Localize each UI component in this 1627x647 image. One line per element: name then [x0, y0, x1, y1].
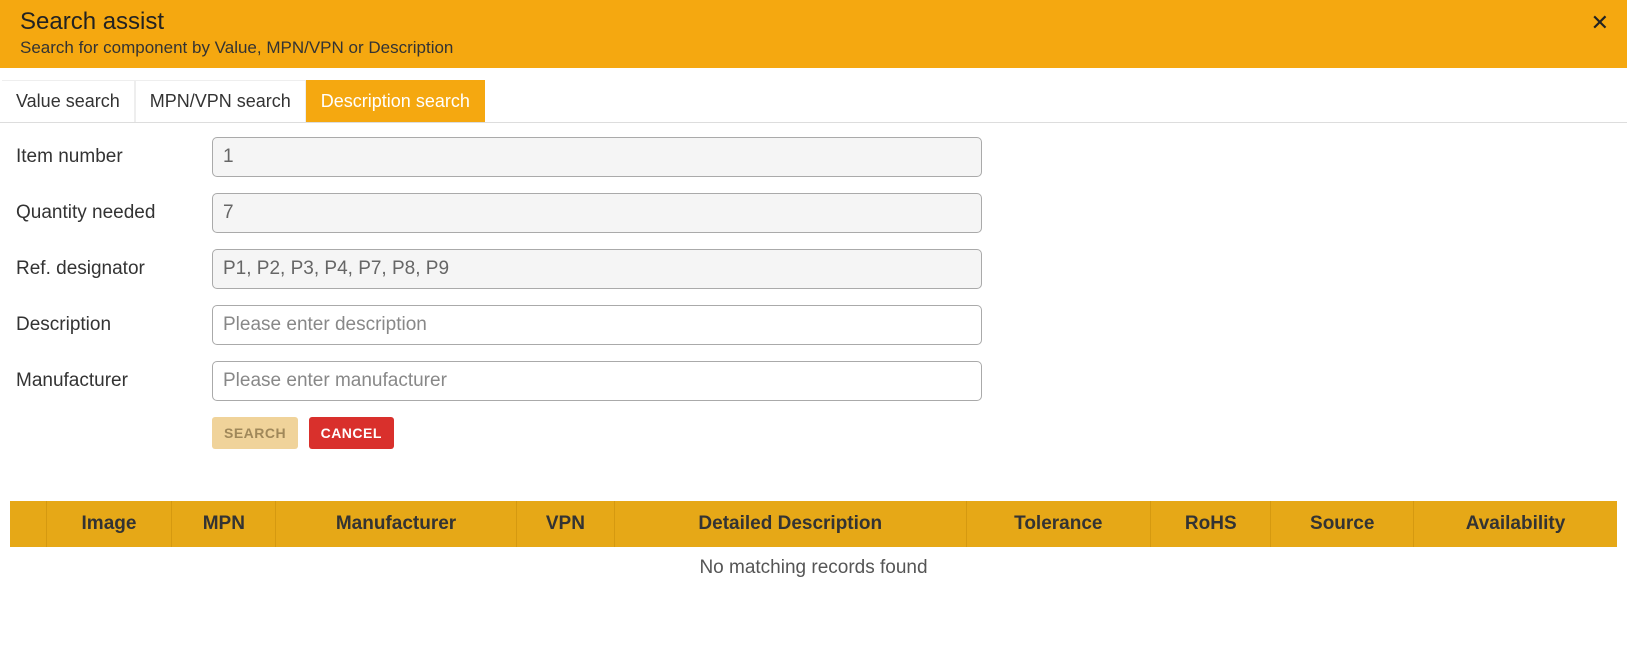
ref-designator-label: Ref. designator	[16, 258, 212, 280]
tab-value-search[interactable]: Value search	[2, 80, 135, 122]
item-number-label: Item number	[16, 146, 212, 168]
manufacturer-input[interactable]	[212, 361, 982, 401]
tab-mpn-vpn-search[interactable]: MPN/VPN search	[135, 80, 306, 122]
quantity-needed-input[interactable]	[212, 193, 982, 233]
cancel-button[interactable]: CANCEL	[309, 417, 394, 449]
col-select	[10, 501, 46, 547]
results-table: Image MPN Manufacturer VPN Detailed Desc…	[10, 501, 1617, 589]
table-empty-row: No matching records found	[10, 547, 1617, 589]
search-button[interactable]: SEARCH	[212, 417, 298, 449]
col-source: Source	[1271, 501, 1414, 547]
col-vpn: VPN	[516, 501, 614, 547]
item-number-input[interactable]	[212, 137, 982, 177]
col-availability: Availability	[1414, 501, 1617, 547]
quantity-needed-label: Quantity needed	[16, 202, 212, 224]
close-icon[interactable]: ✕	[1591, 10, 1609, 36]
search-form: Item number Quantity needed Ref. designa…	[0, 123, 1627, 461]
manufacturer-label: Manufacturer	[16, 370, 212, 392]
col-mpn: MPN	[172, 501, 276, 547]
dialog-title: Search assist	[20, 8, 1607, 36]
col-rohs: RoHS	[1151, 501, 1271, 547]
tab-description-search[interactable]: Description search	[306, 80, 485, 122]
col-manufacturer: Manufacturer	[276, 501, 517, 547]
empty-message: No matching records found	[10, 547, 1617, 589]
table-header-row: Image MPN Manufacturer VPN Detailed Desc…	[10, 501, 1617, 547]
description-label: Description	[16, 314, 212, 336]
tabs: Value search MPN/VPN search Description …	[0, 80, 1627, 123]
description-input[interactable]	[212, 305, 982, 345]
dialog-header: Search assist Search for component by Va…	[0, 0, 1627, 68]
dialog-subtitle: Search for component by Value, MPN/VPN o…	[20, 38, 1607, 58]
col-detailed-description: Detailed Description	[615, 501, 967, 547]
col-tolerance: Tolerance	[966, 501, 1151, 547]
ref-designator-input[interactable]	[212, 249, 982, 289]
col-image: Image	[46, 501, 172, 547]
